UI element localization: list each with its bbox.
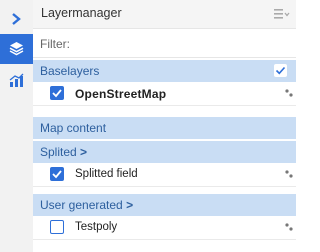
side-toolbar bbox=[0, 0, 33, 252]
layer-label: OpenStreetMap bbox=[75, 87, 167, 101]
panel-header: Layermanager bbox=[33, 0, 296, 28]
layer-row[interactable]: Testpoly bbox=[33, 217, 296, 240]
filter-input[interactable] bbox=[38, 29, 292, 58]
group-baselayers[interactable]: Baselayers bbox=[33, 60, 296, 83]
layer-checkbox[interactable] bbox=[50, 220, 64, 234]
chevron-right-icon: > bbox=[126, 198, 134, 212]
chart-icon bbox=[9, 73, 24, 87]
group-label: User generated > bbox=[40, 198, 134, 212]
layers-icon bbox=[9, 42, 24, 56]
layers-button[interactable] bbox=[0, 34, 33, 64]
check-icon bbox=[275, 66, 286, 75]
group-label: Map content bbox=[40, 121, 107, 135]
chevron-right-icon: > bbox=[80, 145, 88, 159]
group-label: Baselayers bbox=[40, 64, 100, 78]
layer-checkbox[interactable] bbox=[50, 167, 64, 181]
layer-label: Testpoly bbox=[75, 221, 118, 233]
layer-checkbox[interactable] bbox=[50, 86, 64, 100]
settings-icon[interactable] bbox=[285, 89, 293, 97]
group-map-content[interactable]: Map content bbox=[33, 117, 296, 140]
menu-icon[interactable] bbox=[274, 9, 290, 19]
layer-row[interactable]: Splitted field bbox=[33, 164, 296, 187]
panel-title: Layermanager bbox=[41, 6, 122, 20]
layer-manager-panel: Layermanager Baselayers OpenStreetMap bbox=[33, 0, 296, 252]
group-label: Splited > bbox=[40, 145, 88, 159]
chevron-right-icon bbox=[12, 13, 21, 25]
group-user-generated[interactable]: User generated > bbox=[33, 194, 296, 217]
settings-icon[interactable] bbox=[285, 223, 293, 231]
settings-icon[interactable] bbox=[285, 170, 293, 178]
statistics-button[interactable] bbox=[0, 66, 33, 96]
check-icon bbox=[52, 89, 62, 98]
filter-container bbox=[33, 28, 296, 58]
group-splited[interactable]: Splited > bbox=[33, 141, 296, 164]
group-visibility-checkbox[interactable] bbox=[274, 64, 287, 77]
collapse-button[interactable] bbox=[0, 5, 33, 35]
layer-row[interactable]: OpenStreetMap bbox=[33, 83, 296, 106]
check-icon bbox=[52, 170, 62, 179]
layer-label: Splitted field bbox=[75, 168, 138, 180]
